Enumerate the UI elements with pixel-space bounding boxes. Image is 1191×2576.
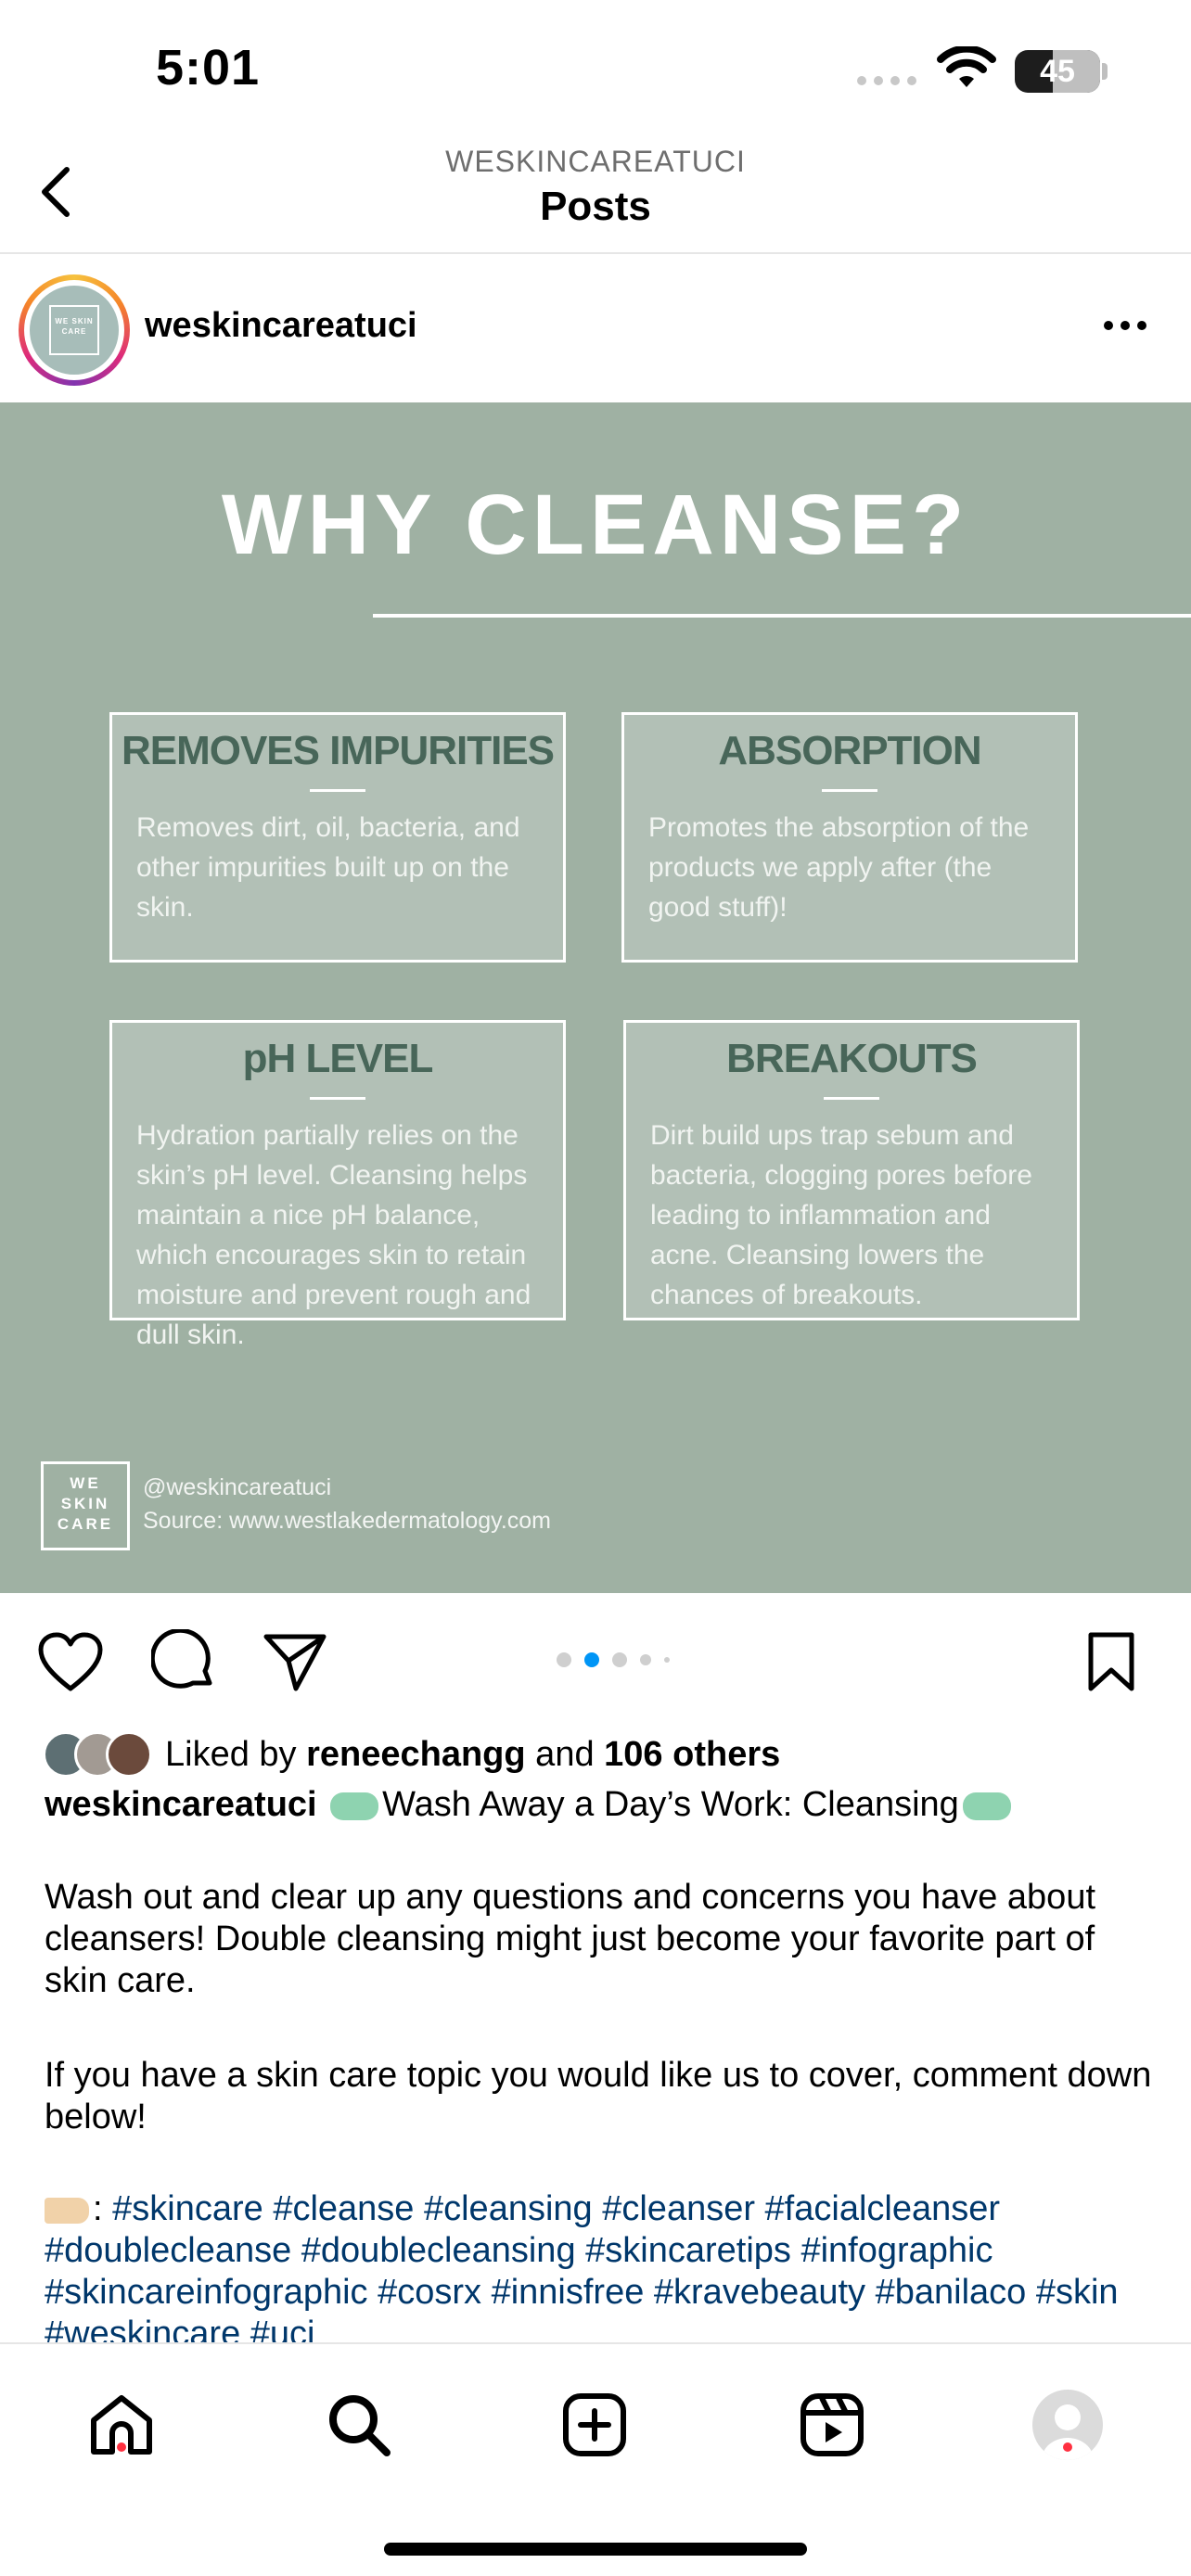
card-heading: BREAKOUTS <box>726 1036 978 1081</box>
carousel-dot <box>612 1652 627 1667</box>
caption-paragraph: Wash out and clear up any questions and … <box>45 1878 1096 2000</box>
card-divider <box>824 1097 879 1100</box>
card-body: Promotes the absorption of the products … <box>648 812 1030 923</box>
likes-row[interactable]: Liked by reneechangg and 106 others <box>43 1727 780 1782</box>
reels-icon <box>800 2393 864 2456</box>
send-icon <box>263 1634 327 1691</box>
hashtag-links[interactable]: #skincare #cleanse #cleansing #cleanser … <box>45 2189 1119 2342</box>
nav-header: WESKINCAREATUCI Posts <box>0 139 1191 254</box>
battery-level: 45 <box>1040 53 1075 89</box>
footer-source: Source: www.westlakedermatology.com <box>143 1508 551 1534</box>
post-header: WE SKIN CARE weskincareatuci <box>0 256 1191 401</box>
carousel-dot <box>584 1652 599 1667</box>
caption-paragraph: If you have a skin care topic you would … <box>45 2056 1152 2136</box>
page-title: Posts <box>540 184 651 229</box>
tab-bar <box>0 2342 1191 2576</box>
card-removes-impurities: REMOVES IMPURITIES Removes dirt, oil, ba… <box>109 712 566 963</box>
card-divider <box>822 789 877 792</box>
wifi-icon <box>937 46 996 87</box>
caption-username[interactable]: weskincareatuci <box>45 1785 317 1824</box>
post-actions <box>0 1595 1191 1721</box>
carousel-dot <box>557 1652 571 1667</box>
card-heading: ABSORPTION <box>718 728 981 773</box>
story-ring[interactable]: WE SKIN CARE <box>19 274 130 386</box>
like-button[interactable] <box>35 1628 106 1695</box>
title-divider <box>373 614 1191 618</box>
card-body: Hydration partially relies on the skin’s… <box>136 1120 531 1350</box>
battery-icon: 45 <box>1015 50 1100 93</box>
status-time: 5:01 <box>156 40 261 96</box>
likes-text: Liked by reneechangg and 106 others <box>165 1734 781 1774</box>
save-button[interactable] <box>1076 1628 1146 1695</box>
caption-hashtags: : #skincare #cleanse #cleansing #cleanse… <box>45 2188 1158 2342</box>
status-bar: 5:01 45 <box>0 0 1191 139</box>
carousel-indicator <box>557 1652 670 1667</box>
tab-home[interactable] <box>80 2383 163 2467</box>
infographic-title: WHY CLEANSE? <box>221 478 970 572</box>
liker-avatar <box>106 1731 152 1778</box>
card-ph-level: pH LEVEL Hydration partially relies on t… <box>109 1020 566 1350</box>
profile-notification-dot <box>1063 2442 1072 2452</box>
avatar: WE SKIN CARE <box>30 286 119 375</box>
share-button[interactable] <box>260 1628 330 1695</box>
tab-search[interactable] <box>317 2383 401 2467</box>
liker-username[interactable]: reneechangg <box>306 1735 526 1774</box>
card-heading: pH LEVEL <box>242 1036 434 1081</box>
comment-icon <box>151 1629 212 1689</box>
post-username[interactable]: weskincareatuci <box>145 306 417 346</box>
bookmark-icon <box>1088 1632 1134 1691</box>
card-absorption: ABSORPTION Promotes the absorption of th… <box>621 712 1078 963</box>
home-notification-dot <box>117 2442 126 2452</box>
card-divider <box>310 789 365 792</box>
card-breakouts: BREAKOUTS Dirt build ups trap sebum and … <box>623 1020 1080 1320</box>
card-body: Removes dirt, oil, bacteria, and other i… <box>136 812 520 923</box>
nav-subtitle: WESKINCAREATUCI <box>445 145 746 178</box>
carousel-dot <box>664 1657 670 1663</box>
brand-logo: WE SKIN CARE <box>41 1461 130 1550</box>
tab-profile[interactable] <box>1026 2383 1109 2467</box>
comment-button[interactable] <box>148 1628 219 1695</box>
soap-emoji-icon <box>962 1792 1011 1820</box>
avatar-logo: WE SKIN CARE <box>49 305 99 355</box>
card-body: Dirt build ups trap sebum and bacteria, … <box>650 1120 1032 1310</box>
label-emoji-icon <box>45 2197 89 2224</box>
plus-square-icon <box>563 2393 626 2456</box>
card-heading: REMOVES IMPURITIES <box>121 728 555 773</box>
cellular-signal-icon <box>857 76 916 85</box>
heart-icon <box>38 1632 103 1691</box>
more-horizontal-icon[interactable] <box>1104 321 1146 330</box>
footer-handle: @weskincareatuci <box>143 1474 332 1500</box>
battery-cap <box>1102 63 1108 80</box>
tab-create[interactable] <box>553 2383 636 2467</box>
tab-reels[interactable] <box>790 2383 874 2467</box>
home-indicator <box>384 2543 807 2556</box>
search-icon <box>329 2395 391 2456</box>
soap-emoji-icon <box>330 1792 379 1820</box>
caption-headline: weskincareatuci Wash Away a Day’s Work: … <box>45 1784 1158 1826</box>
likes-count[interactable]: 106 others <box>604 1735 780 1774</box>
carousel-dot <box>640 1654 651 1665</box>
post-image[interactable]: WHY CLEANSE? REMOVES IMPURITIES Removes … <box>0 402 1191 1593</box>
card-divider <box>310 1097 365 1100</box>
